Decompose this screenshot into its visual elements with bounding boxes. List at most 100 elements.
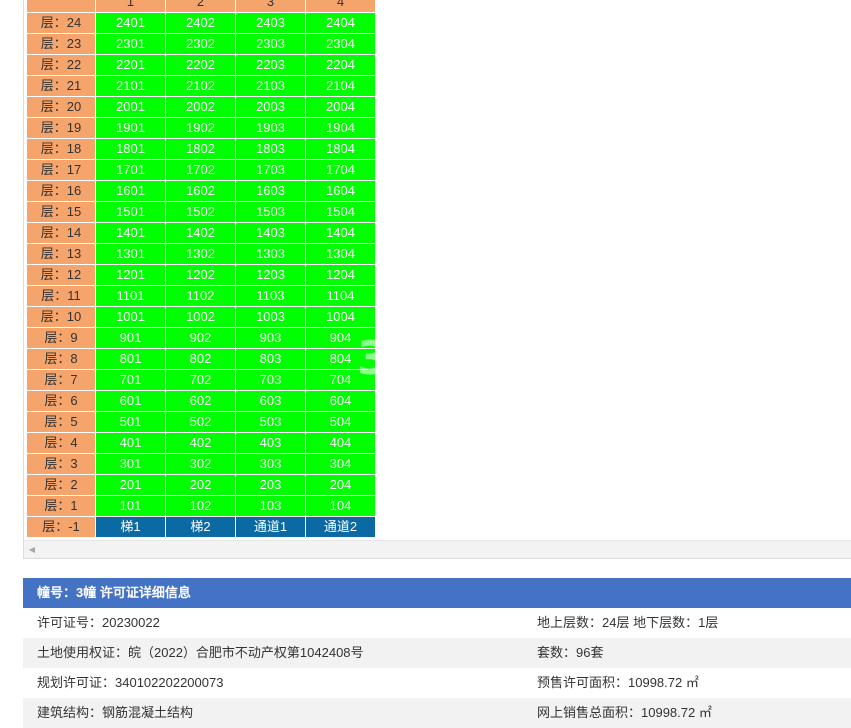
unit-cell[interactable]: 2204 [305,54,376,76]
unit-cell[interactable]: 202 [165,474,236,496]
unit-cell[interactable]: 401 [95,432,166,454]
unit-cell[interactable]: 2104 [305,75,376,97]
unit-cell[interactable]: 201 [95,474,166,496]
unit-cell[interactable]: 302 [165,453,236,475]
unit-cell[interactable]: 602 [165,390,236,412]
unit-cell[interactable]: 901 [95,327,166,349]
unit-cell[interactable]: 2202 [165,54,236,76]
unit-cell[interactable]: 2403 [235,12,306,34]
unit-cell[interactable]: 702 [165,369,236,391]
unit-cell[interactable]: 501 [95,411,166,433]
unit-cell[interactable]: 2102 [165,75,236,97]
unit-cell[interactable]: 304 [305,453,376,475]
unit-cell[interactable]: 1104 [305,285,376,307]
unit-cell[interactable]: 2401 [95,12,166,34]
unit-cell[interactable]: 2304 [305,33,376,55]
unit-cell[interactable]: 1904 [305,117,376,139]
unit-cell[interactable]: 2002 [165,96,236,118]
unit-cell[interactable]: 404 [305,432,376,454]
unit-cell[interactable]: 1304 [305,243,376,265]
unit-cell[interactable]: 1302 [165,243,236,265]
unit-cell[interactable]: 1301 [95,243,166,265]
unit-cell[interactable]: 1501 [95,201,166,223]
unit-cell[interactable]: 1602 [165,180,236,202]
unit-cell[interactable]: 1704 [305,159,376,181]
unit-cell[interactable]: 504 [305,411,376,433]
unit-cell[interactable]: 通道1 [235,516,306,538]
unit-cell[interactable]: 303 [235,453,306,475]
unit-cell[interactable]: 2404 [305,12,376,34]
unit-cell[interactable]: 2302 [165,33,236,55]
unit-cell[interactable]: 801 [95,348,166,370]
unit-cell[interactable]: 2402 [165,12,236,34]
unit-cell[interactable]: 1002 [165,306,236,328]
unit-cell[interactable]: 通道2 [305,516,376,538]
unit-cell[interactable]: 2001 [95,96,166,118]
unit-cell[interactable]: 1201 [95,264,166,286]
unit-cell[interactable]: 103 [235,495,306,517]
unit-cell[interactable]: 101 [95,495,166,517]
unit-cell[interactable]: 2301 [95,33,166,55]
unit-cell[interactable]: 2201 [95,54,166,76]
unit-cell[interactable]: 1401 [95,222,166,244]
unit-cell[interactable]: 1004 [305,306,376,328]
unit-cell[interactable]: 603 [235,390,306,412]
unit-cell[interactable]: 1703 [235,159,306,181]
unit-cell[interactable]: 2203 [235,54,306,76]
unit-cell[interactable]: 2103 [235,75,306,97]
unit-cell[interactable]: 204 [305,474,376,496]
unit-cell[interactable]: 1902 [165,117,236,139]
unit-cell[interactable]: 1701 [95,159,166,181]
unit-cell[interactable]: 梯2 [165,516,236,538]
unit-cell[interactable]: 503 [235,411,306,433]
unit-cell[interactable]: 904 [305,327,376,349]
unit-cell[interactable]: 502 [165,411,236,433]
unit-cell[interactable]: 1103 [235,285,306,307]
unit-cell[interactable]: 1803 [235,138,306,160]
unit-cell[interactable]: 1802 [165,138,236,160]
unit-cell[interactable]: 601 [95,390,166,412]
unit-cell[interactable]: 903 [235,327,306,349]
unit-cell[interactable]: 403 [235,432,306,454]
unit-cell[interactable]: 301 [95,453,166,475]
unit-cell[interactable]: 802 [165,348,236,370]
scroll-left-button[interactable]: ◀ [26,543,38,556]
unit-cell[interactable]: 203 [235,474,306,496]
unit-cell[interactable]: 701 [95,369,166,391]
unit-cell[interactable]: 604 [305,390,376,412]
unit-cell[interactable]: 1504 [305,201,376,223]
unit-cell[interactable]: 804 [305,348,376,370]
unit-cell[interactable]: 梯1 [95,516,166,538]
unit-cell[interactable]: 1604 [305,180,376,202]
unit-cell[interactable]: 1003 [235,306,306,328]
unit-cell[interactable]: 902 [165,327,236,349]
unit-cell[interactable]: 703 [235,369,306,391]
unit-cell[interactable]: 1102 [165,285,236,307]
unit-cell[interactable]: 1202 [165,264,236,286]
unit-cell[interactable]: 1503 [235,201,306,223]
unit-cell[interactable]: 1101 [95,285,166,307]
unit-cell[interactable]: 1404 [305,222,376,244]
unit-cell[interactable]: 704 [305,369,376,391]
unit-cell[interactable]: 2003 [235,96,306,118]
unit-cell[interactable]: 1804 [305,138,376,160]
unit-cell[interactable]: 1801 [95,138,166,160]
unit-cell[interactable]: 402 [165,432,236,454]
unit-cell[interactable]: 1203 [235,264,306,286]
unit-cell[interactable]: 1303 [235,243,306,265]
unit-cell[interactable]: 803 [235,348,306,370]
unit-cell[interactable]: 1402 [165,222,236,244]
unit-cell[interactable]: 2303 [235,33,306,55]
unit-cell[interactable]: 1001 [95,306,166,328]
unit-cell[interactable]: 2101 [95,75,166,97]
unit-cell[interactable]: 102 [165,495,236,517]
unit-cell[interactable]: 2004 [305,96,376,118]
unit-cell[interactable]: 1204 [305,264,376,286]
horizontal-scrollbar[interactable]: ◀ [24,540,851,558]
unit-cell[interactable]: 1603 [235,180,306,202]
unit-cell[interactable]: 1903 [235,117,306,139]
unit-cell[interactable]: 1702 [165,159,236,181]
unit-cell[interactable]: 1403 [235,222,306,244]
unit-cell[interactable]: 1502 [165,201,236,223]
unit-cell[interactable]: 1601 [95,180,166,202]
